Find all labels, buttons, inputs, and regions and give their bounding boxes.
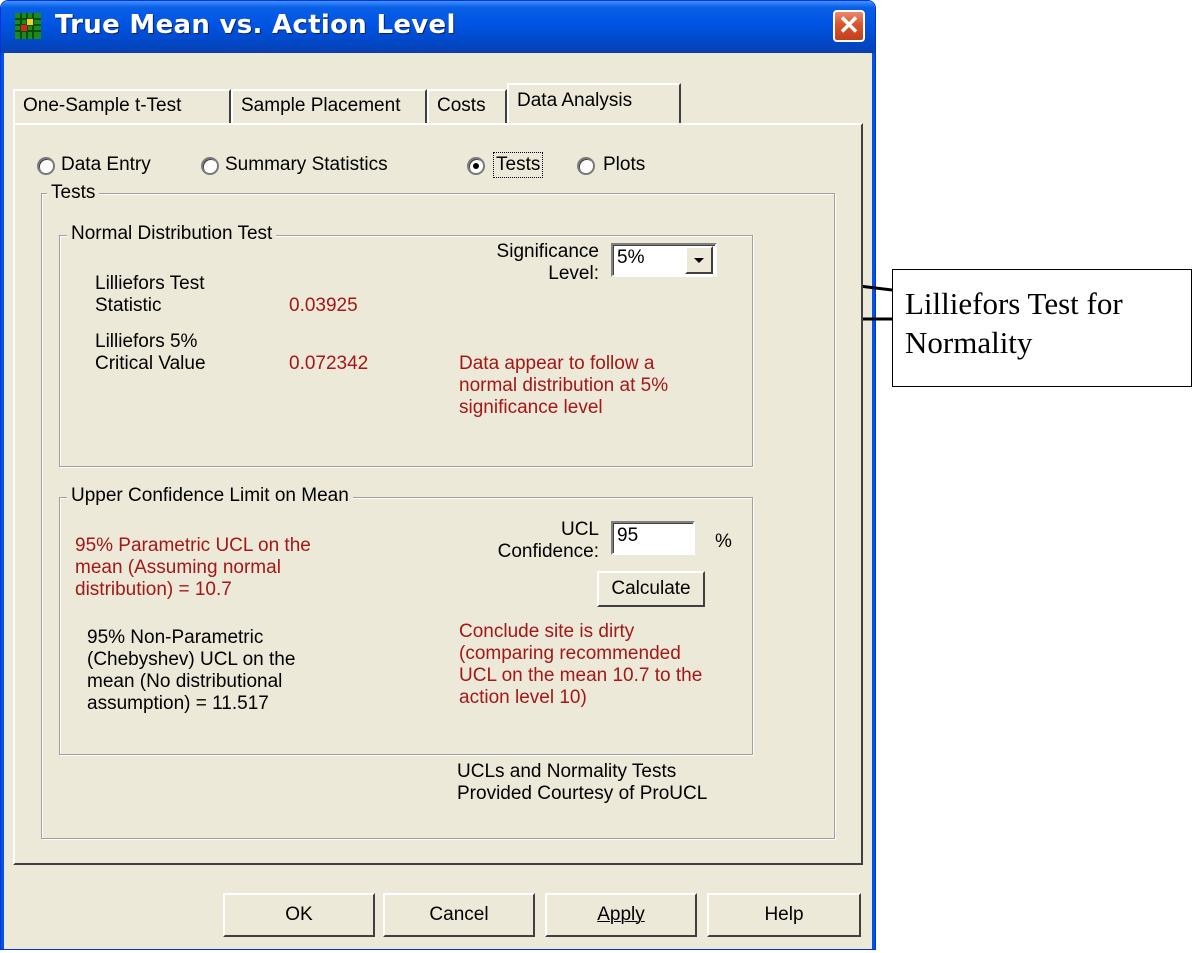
tab-sample-placement[interactable]: Sample Placement	[231, 89, 427, 123]
radio-data-entry[interactable]	[37, 157, 55, 175]
normal-distribution-title: Normal Distribution Test	[67, 223, 277, 245]
nonparametric-ucl-line2: (Chebyshev) UCL on the	[87, 649, 296, 670]
tab-data-analysis[interactable]: Data Analysis	[507, 83, 681, 123]
cancel-label: Cancel	[429, 904, 489, 925]
conclusion-line3: UCL on the mean 10.7 to the	[459, 665, 703, 686]
apply-label: Apply	[597, 904, 645, 925]
radio-label-data-entry[interactable]: Data Entry	[61, 154, 151, 176]
nonparametric-ucl-line3: mean (No distributional	[87, 671, 283, 692]
tab-one-sample-t-test[interactable]: One-Sample t-Test	[13, 89, 231, 123]
calculate-button[interactable]: Calculate	[597, 571, 705, 607]
chevron-down-icon	[694, 258, 704, 263]
radio-plots[interactable]	[577, 157, 595, 175]
ok-button[interactable]: OK	[223, 893, 375, 937]
normality-result-line3: significance level	[459, 397, 603, 418]
apply-button[interactable]: Apply	[545, 893, 697, 937]
lilliefors-stat-label-line1: Lilliefors Test	[95, 273, 205, 294]
close-icon: ✕	[838, 10, 860, 40]
parametric-ucl-line1: 95% Parametric UCL on the	[75, 535, 311, 556]
tab-label: Data Analysis	[517, 90, 633, 111]
help-label: Help	[764, 904, 804, 925]
percent-sign: %	[715, 531, 732, 552]
calculate-label: Calculate	[611, 578, 691, 599]
normality-result-line1: Data appear to follow a	[459, 353, 655, 374]
grid-app-icon	[15, 13, 41, 39]
ucl-confidence-input[interactable]: 95	[611, 521, 695, 555]
radio-summary-statistics[interactable]	[201, 157, 219, 175]
lilliefors-crit-value: 0.072342	[289, 353, 369, 374]
tests-group-title: Tests	[47, 182, 100, 204]
tab-panel-data-analysis: Data Entry Summary Statistics Tests Plot…	[13, 123, 863, 865]
ok-label: OK	[285, 904, 313, 925]
dropdown-button[interactable]	[685, 246, 713, 274]
credit-line1: UCLs and Normality Tests	[457, 761, 677, 782]
window-title: True Mean vs. Action Level	[55, 10, 456, 40]
tab-label: Sample Placement	[241, 95, 401, 116]
cancel-button[interactable]: Cancel	[383, 893, 535, 937]
annotation-callout: Lilliefors Test for Normality	[892, 269, 1192, 387]
parametric-ucl-line2: mean (Assuming normal	[75, 557, 281, 578]
lilliefors-crit-label-line1: Lilliefors 5%	[95, 331, 198, 352]
ucl-group-title: Upper Confidence Limit on Mean	[67, 485, 353, 507]
nonparametric-ucl-line1: 95% Non-Parametric	[87, 627, 264, 648]
window-frame-right	[872, 53, 875, 949]
annotation-line1: Lilliefors Test for	[905, 286, 1123, 321]
tab-label: Costs	[437, 95, 486, 116]
dialog-window: True Mean vs. Action Level ✕ One-Sample …	[0, 0, 876, 950]
nonparametric-ucl-line4: assumption) = 11.517	[87, 693, 269, 714]
significance-label-line2: Level:	[548, 263, 599, 284]
radio-label-tests[interactable]: Tests	[493, 152, 544, 178]
conclusion-line1: Conclude site is dirty	[459, 621, 635, 642]
significance-level-value: 5%	[617, 247, 645, 268]
radio-tests[interactable]	[467, 157, 485, 175]
parametric-ucl-line3: distribution) = 10.7	[75, 579, 232, 600]
conclusion-line4: action level 10)	[459, 687, 587, 708]
radio-label-plots[interactable]: Plots	[603, 154, 645, 176]
window-frame-left	[1, 53, 4, 949]
ucl-confidence-label-line1: UCL	[560, 519, 599, 540]
conclusion-line2: (comparing recommended	[459, 643, 681, 664]
annotation-line2: Normality	[905, 325, 1033, 360]
significance-label-line1: Significance	[496, 241, 599, 262]
lilliefors-crit-label-line2: Critical Value	[95, 353, 206, 374]
title-bar[interactable]: True Mean vs. Action Level ✕	[1, 1, 875, 53]
significance-level-dropdown[interactable]: 5%	[611, 243, 717, 277]
lilliefors-stat-label-line2: Statistic	[95, 295, 162, 316]
ucl-confidence-label-line2: Confidence:	[497, 541, 599, 562]
radio-selected-dot	[473, 163, 479, 169]
credit-line2: Provided Courtesy of ProUCL	[457, 783, 708, 804]
tab-label: One-Sample t-Test	[23, 95, 182, 116]
ucl-confidence-value: 95	[617, 525, 639, 546]
close-button[interactable]: ✕	[833, 10, 865, 42]
tab-costs[interactable]: Costs	[427, 89, 507, 123]
radio-label-summary-statistics[interactable]: Summary Statistics	[225, 154, 388, 176]
help-button[interactable]: Help	[707, 893, 861, 937]
normality-result-line2: normal distribution at 5%	[459, 375, 669, 396]
lilliefors-stat-value: 0.03925	[289, 295, 358, 316]
